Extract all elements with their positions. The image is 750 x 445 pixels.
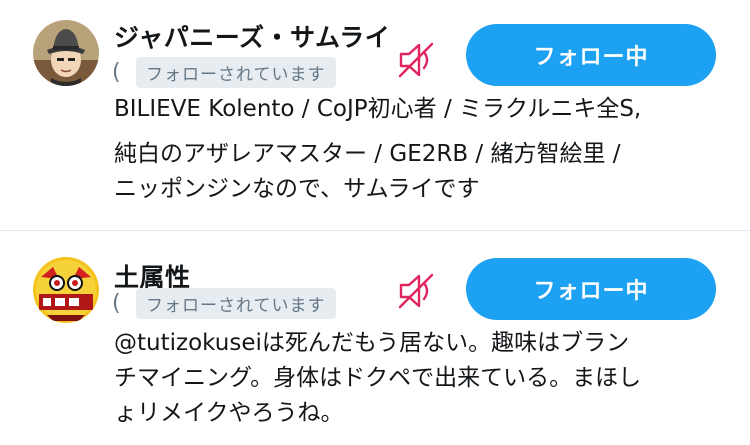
avatar[interactable]	[33, 20, 99, 86]
handle-text: (	[112, 290, 121, 316]
user-row[interactable]: ジャパニーズ・サムライ ( フォローされています フォロー中 BILIEVE K…	[0, 0, 750, 230]
display-name: ジャパニーズ・サムライ	[114, 23, 391, 52]
avatar-earth-attribute-icon	[33, 257, 99, 323]
handle-text: (	[112, 59, 121, 85]
following-button[interactable]: フォロー中	[466, 24, 716, 86]
follows-you-badge: フォローされています	[136, 287, 336, 319]
bio-line: ょリメイクやろうね。	[114, 400, 344, 426]
avatar[interactable]	[33, 257, 99, 323]
user-row[interactable]: 土属性 ( フォローされています フォロー中 @tutizokuseiは死んだも…	[0, 231, 750, 445]
bio-line: チマイニング。身体はドクペで出来ている。まほし	[114, 365, 642, 391]
bio-line: @tutizokuseiは死んだもう居ない。趣味はブラン	[114, 330, 630, 356]
avatar-samurai-hat-icon	[33, 20, 99, 86]
bio: @tutizokuseiは死んだもう居ない。趣味はブラン チマイニング。身体はド…	[114, 326, 734, 431]
bio: BILIEVE Kolento / CoJP初心者 / ミラクルニキ全S, 純白…	[114, 92, 734, 207]
bio-line: BILIEVE Kolento / CoJP初心者 / ミラクルニキ全S,	[114, 96, 642, 122]
bio-line: 純白のアザレアマスター / GE2RB / 緒方智絵里 /	[114, 141, 621, 167]
follows-you-badge: フォローされています	[136, 56, 336, 88]
mute-icon[interactable]	[394, 38, 438, 82]
mute-icon[interactable]	[394, 269, 438, 313]
handle-line: ( フォローされています	[112, 287, 336, 319]
bio-line: ニッポンジンなので、サムライです	[114, 176, 480, 202]
following-button[interactable]: フォロー中	[466, 258, 716, 320]
handle-line: ( フォローされています	[112, 56, 336, 88]
